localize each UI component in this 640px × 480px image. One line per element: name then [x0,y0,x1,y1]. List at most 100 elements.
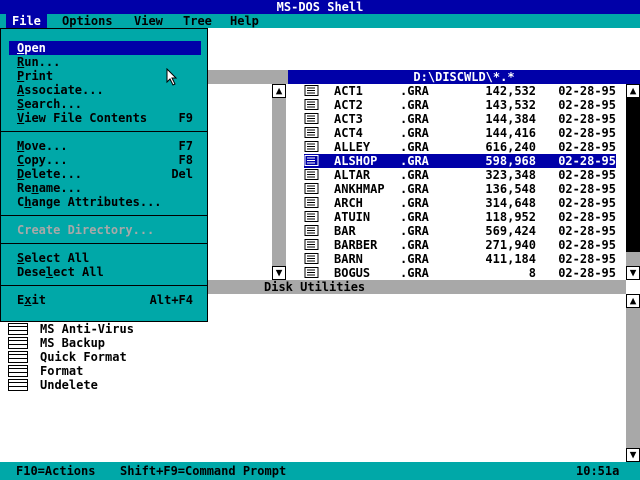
program-item[interactable]: Undelete [8,378,308,392]
menu-item-change-attributes[interactable]: Change Attributes... [9,195,201,209]
program-icon [8,337,28,349]
file-row[interactable]: ALTAR .GRA 323,348 02-28-95 [304,168,616,182]
menu-item-move[interactable]: Move... F7 [9,139,201,153]
program-item[interactable]: Format [8,364,308,378]
menu-item-rename[interactable]: Rename... [9,181,201,195]
directory-tree-scrollbar[interactable]: ▲ ▼ [272,84,286,280]
file-row[interactable]: ACT1 .GRA 142,532 02-28-95 [304,84,616,98]
menu-item-copy[interactable]: Copy... F8 [9,153,201,167]
file-extension: .GRA [400,266,429,280]
file-icon [304,169,319,180]
status-bar: F10=Actions Shift+F9=Command Prompt 10:5… [0,462,640,480]
scroll-down-arrow-icon[interactable]: ▼ [626,266,640,280]
file-row[interactable]: BARBER .GRA 271,940 02-28-95 [304,238,616,252]
menu-item-label: Open [17,41,46,55]
program-icon [8,323,28,335]
scroll-up-arrow-icon[interactable]: ▲ [272,84,286,98]
program-label: Quick Format [40,350,127,364]
file-row[interactable]: ACT3 .GRA 144,384 02-28-95 [304,112,616,126]
scroll-down-arrow-icon[interactable]: ▼ [626,448,640,462]
file-date: 02-28-95 [558,224,616,238]
file-name: ACT3 [334,112,363,126]
file-extension: .GRA [400,168,429,182]
scroll-down-arrow-icon[interactable]: ▼ [272,266,286,280]
file-name: ALLEY [334,140,371,154]
file-row[interactable]: BARN .GRA 411,184 02-28-95 [304,252,616,266]
file-size: 144,384 [485,112,536,126]
menu-tree[interactable]: Tree [177,14,218,28]
file-row[interactable]: ALLEY .GRA 616,240 02-28-95 [304,140,616,154]
menu-separator [1,243,207,244]
file-size: 144,416 [485,126,536,140]
file-extension: .GRA [400,84,429,98]
program-item[interactable]: MS Backup [8,336,308,350]
menu-item-delete[interactable]: Delete... Del [9,167,201,181]
file-icon [304,113,319,124]
file-size: 616,240 [485,140,536,154]
file-size: 118,952 [485,210,536,224]
file-name: BOGUS [334,266,371,280]
mouse-pointer-icon [166,68,178,86]
file-extension: .GRA [400,196,429,210]
scroll-up-arrow-icon[interactable]: ▲ [626,84,640,98]
file-row[interactable]: ANKHMAP .GRA 136,548 02-28-95 [304,182,616,196]
scroll-up-arrow-icon[interactable]: ▲ [626,294,640,308]
menu-item-search[interactable]: Search... [9,97,201,111]
menu-item-exit[interactable]: Exit Alt+F4 [9,293,201,307]
file-icon [304,253,319,264]
menu-help[interactable]: Help [224,14,265,28]
program-item[interactable]: Quick Format [8,350,308,364]
file-row[interactable]: ACT4 .GRA 144,416 02-28-95 [304,126,616,140]
file-icon [304,85,319,96]
file-name: BARN [334,252,363,266]
file-size: 143,532 [485,98,536,112]
disk-utilities-scrollbar[interactable]: ▲ ▼ [626,294,640,462]
file-extension: .GRA [400,252,429,266]
file-name: ACT4 [334,126,363,140]
file-extension: .GRA [400,210,429,224]
menu-view[interactable]: View [128,14,169,28]
menu-item-shortcut: Alt+F4 [149,293,193,307]
program-icon [8,379,28,391]
status-command-prompt[interactable]: Shift+F9=Command Prompt [120,464,286,478]
file-extension: .GRA [400,238,429,252]
file-name: BAR [334,224,356,238]
menu-options[interactable]: Options [56,14,119,28]
menu-item-label: Print [17,69,54,83]
menu-item-open[interactable]: Open [9,41,201,55]
file-row[interactable]: BAR .GRA 569,424 02-28-95 [304,224,616,238]
file-row[interactable]: BOGUS .GRA 8 02-28-95 [304,266,616,280]
file-row[interactable]: ARCH .GRA 314,648 02-28-95 [304,196,616,210]
menu-item-deselect-all[interactable]: Deselect All [9,265,201,279]
file-row[interactable]: ACT2 .GRA 143,532 02-28-95 [304,98,616,112]
menu-item-shortcut: Del [171,167,193,181]
file-icon [304,267,319,278]
program-label: MS Backup [40,336,106,350]
file-row[interactable]: ALSHOP .GRA 598,968 02-28-95 [304,154,616,168]
file-row[interactable]: ATUIN .GRA 118,952 02-28-95 [304,210,616,224]
scroll-thumb[interactable] [626,98,640,252]
file-date: 02-28-95 [558,182,616,196]
file-size: 411,184 [485,252,536,266]
file-extension: .GRA [400,224,429,238]
file-name: ARCH [334,196,363,210]
program-label: Undelete [40,378,98,392]
menu-file[interactable]: File [6,14,47,28]
window-title: MS-DOS Shell [276,0,364,14]
file-name: ALTAR [334,168,371,182]
menu-item-label: Select All [17,251,90,265]
file-list-scrollbar[interactable]: ▲ ▼ [626,84,640,280]
menu-item-label: Create Directory... [17,223,155,237]
program-item[interactable]: MS Anti-Virus [8,322,308,336]
file-date: 02-28-95 [558,252,616,266]
menu-item-label: Run... [17,55,61,69]
file-date: 02-28-95 [558,140,616,154]
file-date: 02-28-95 [558,126,616,140]
file-extension: .GRA [400,98,429,112]
menu-item-view-file-contents[interactable]: View File Contents F9 [9,111,201,125]
menu-item-label: Copy... [17,153,68,167]
menu-item-run[interactable]: Run... [9,55,201,69]
status-actions[interactable]: F10=Actions [16,464,95,478]
status-clock: 10:51a [576,464,620,478]
menu-item-select-all[interactable]: Select All [9,251,201,265]
